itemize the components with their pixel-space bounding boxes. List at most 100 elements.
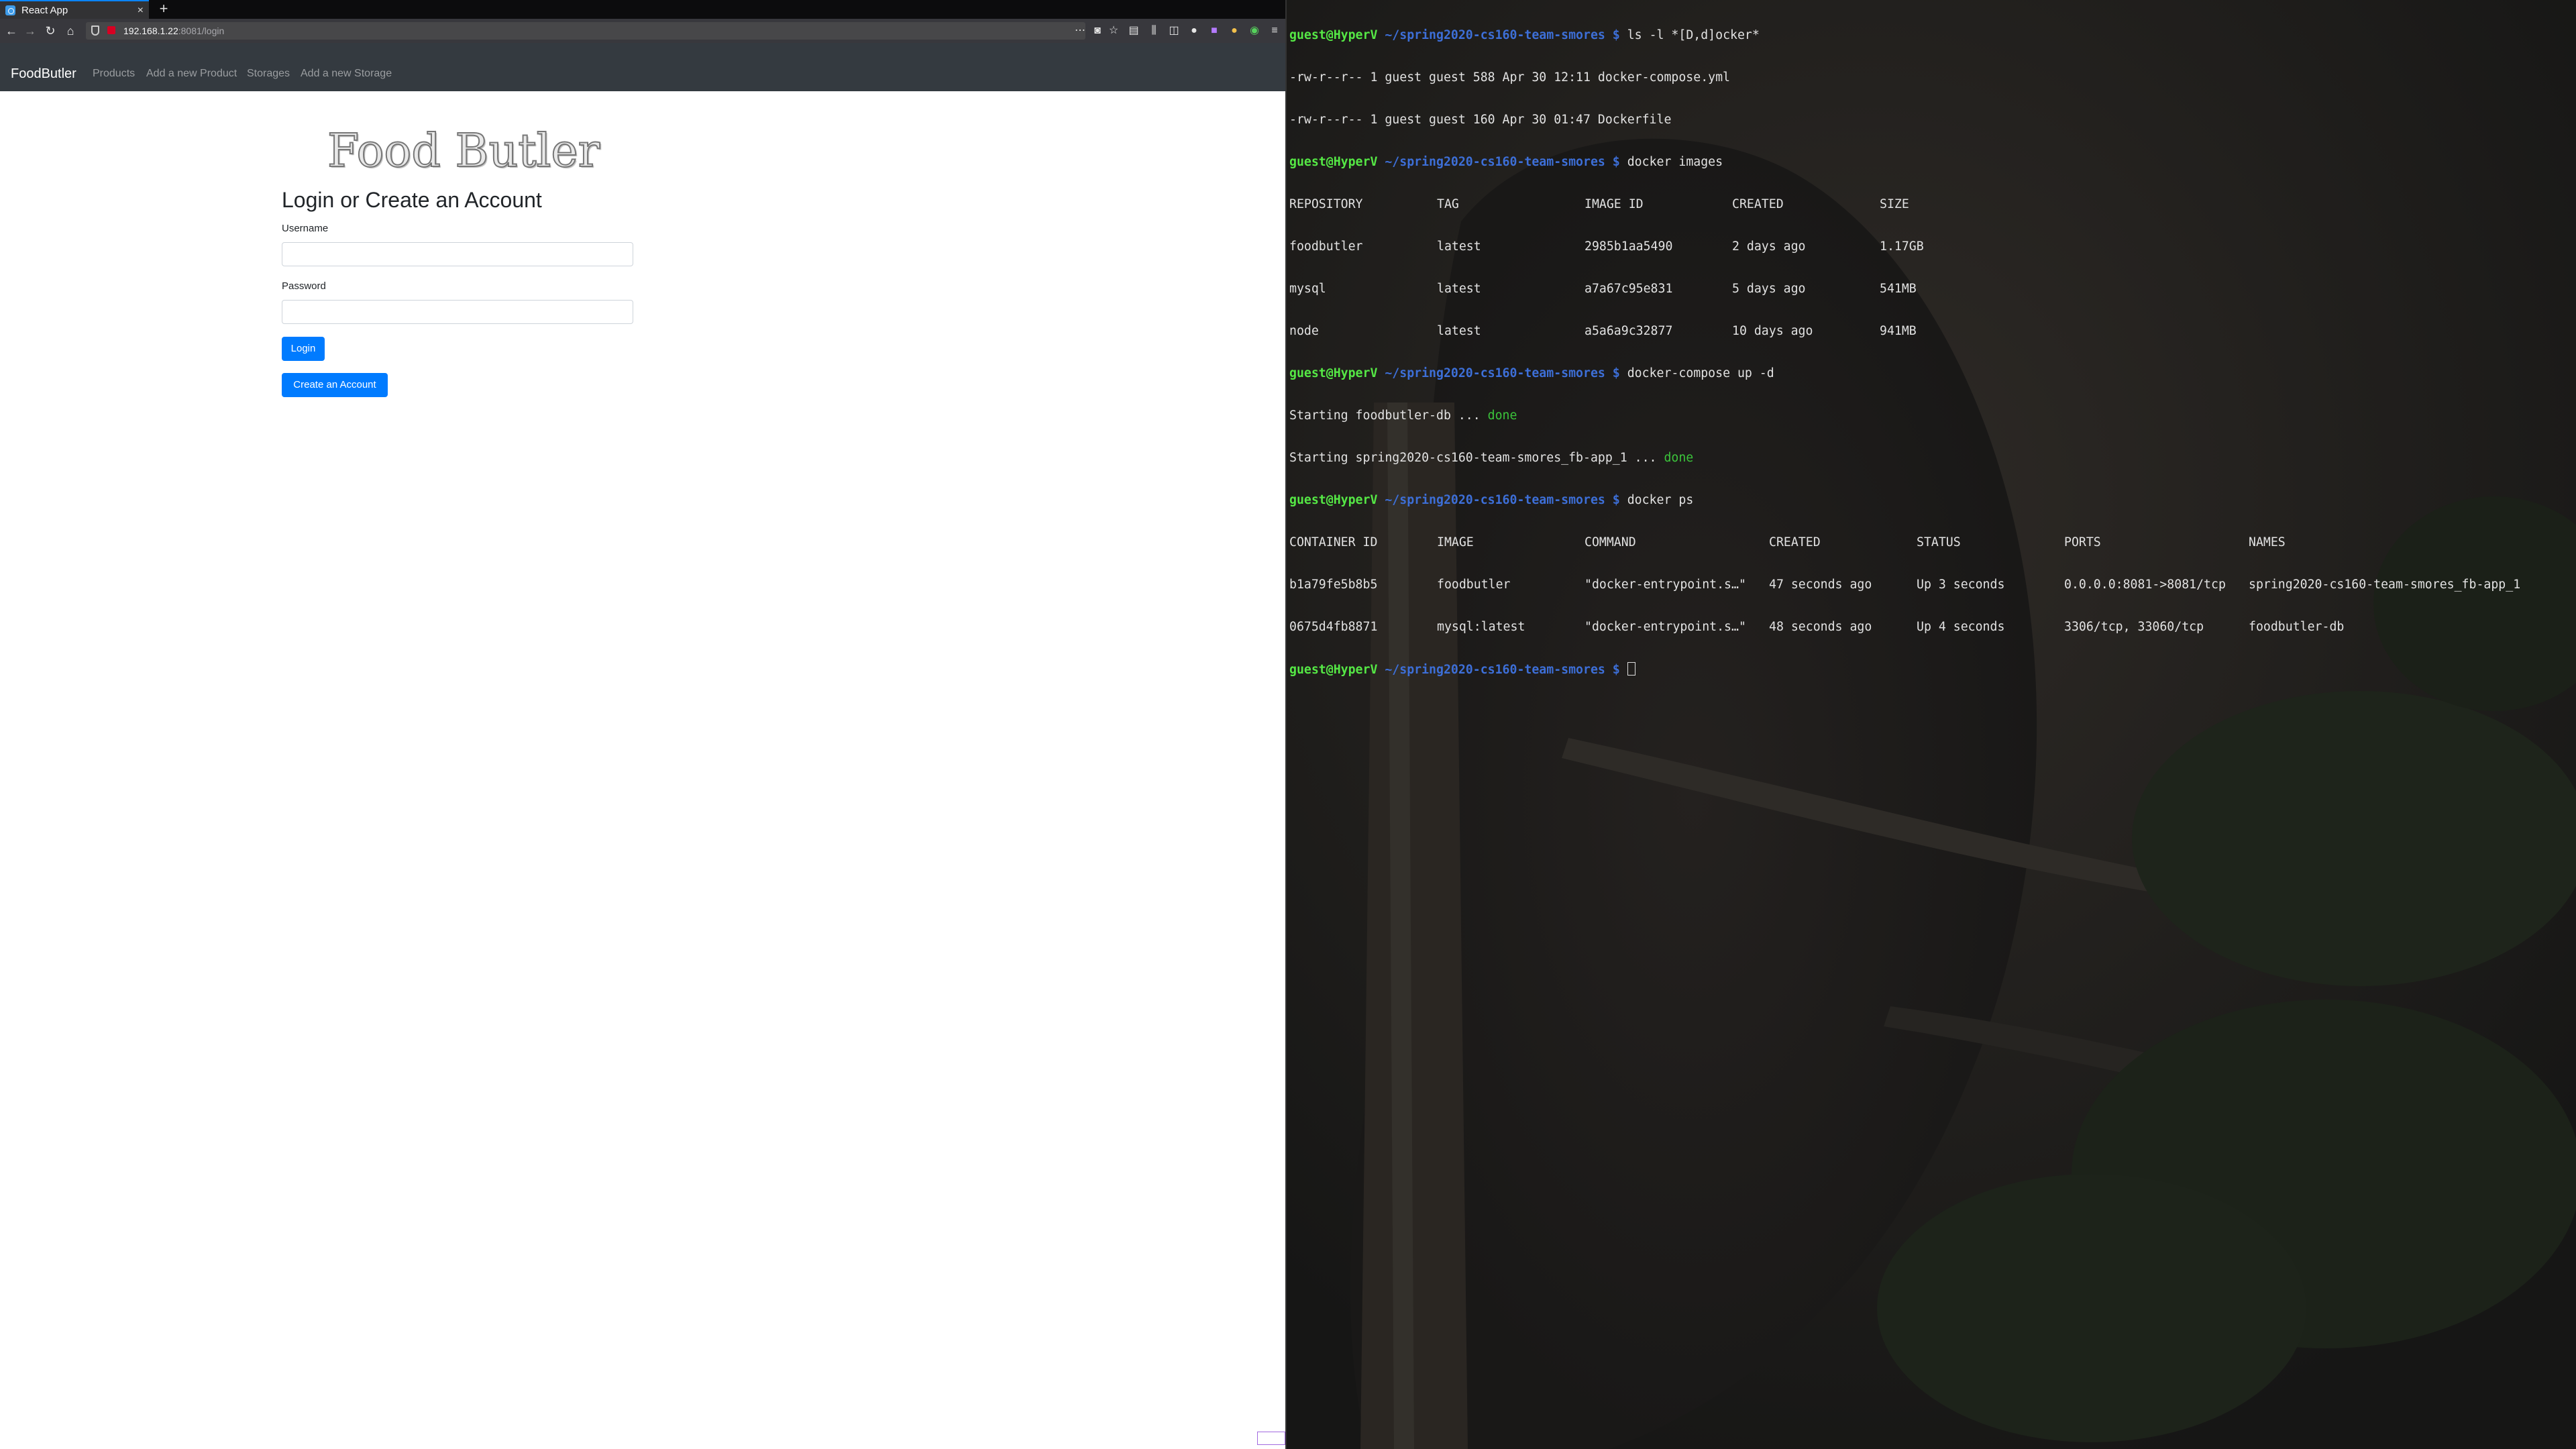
- prompt-user: guest@HyperV: [1289, 155, 1378, 169]
- tab-react-app[interactable]: React App ×: [0, 0, 149, 19]
- back-icon[interactable]: ←: [3, 21, 20, 40]
- images-cell: latest: [1437, 282, 1481, 296]
- prompt-user: guest@HyperV: [1289, 366, 1378, 380]
- ps-header-cell: IMAGE: [1437, 535, 1474, 549]
- compose-text: Starting foodbutler-db ...: [1289, 409, 1488, 423]
- ps-cell: "docker-entrypoint.s…": [1585, 578, 1746, 592]
- nav-storages[interactable]: Storages: [247, 43, 290, 91]
- forward-icon[interactable]: →: [21, 21, 39, 40]
- images-cell: latest: [1437, 324, 1481, 338]
- images-cell: a7a67c95e831: [1585, 282, 1673, 296]
- tab-strip: React App × +: [0, 0, 1287, 19]
- pocket-icon[interactable]: ◙: [1091, 24, 1104, 38]
- create-account-button[interactable]: Create an Account: [282, 373, 388, 397]
- prompt-path: ~/spring2020-cs160-team-smores $: [1385, 366, 1620, 380]
- images-cell: 2985b1aa5490: [1585, 239, 1673, 254]
- images-cell: latest: [1437, 239, 1481, 254]
- compose-line: Starting foodbutler-db ... done: [1289, 409, 2520, 423]
- images-cell: foodbutler: [1289, 239, 1363, 254]
- images-header-cell: TAG: [1437, 197, 1459, 211]
- home-icon[interactable]: ⌂: [62, 21, 79, 40]
- prompt-user: guest@HyperV: [1289, 28, 1378, 42]
- page-title: Login or Create an Account: [282, 188, 542, 212]
- ps-row: b1a79fe5b8b5 foodbutler "docker-entrypoint…: [1289, 578, 2520, 592]
- images-cell: 541MB: [1880, 282, 1917, 296]
- ps-header-cell: PORTS: [2064, 535, 2101, 549]
- url-path: :8081/login: [178, 25, 225, 36]
- username-input[interactable]: [282, 242, 633, 266]
- browser-toolbar: ← → ↻ ⌂ 192.168.1.22:8081/login ⋯ ◙ ☆ ▤ …: [0, 19, 1287, 43]
- username-label: Username: [282, 223, 329, 234]
- new-tab-button[interactable]: +: [156, 0, 172, 19]
- ps-cell: Up 4 seconds: [1917, 620, 2005, 634]
- password-label: Password: [282, 280, 326, 292]
- command-text: docker ps: [1619, 493, 1694, 507]
- ps-cell: "docker-entrypoint.s…": [1585, 620, 1746, 634]
- compose-text: Starting spring2020-cs160-team-smores_fb…: [1289, 451, 1664, 465]
- prompt-path: ~/spring2020-cs160-team-smores $: [1385, 493, 1620, 507]
- images-row: mysql latest a7a67c95e831 5 days ago 541MB: [1289, 282, 2520, 296]
- terminal-line: -rw-r--r-- 1 guest guest 160 Apr 30 01:4…: [1289, 113, 1672, 127]
- library-icon[interactable]: ⫼: [1147, 24, 1161, 38]
- address-bar[interactable]: 192.168.1.22:8081/login: [86, 22, 1085, 40]
- sidebar-icon[interactable]: ◫: [1167, 24, 1181, 38]
- images-row: node latest a5a6a9c32877 10 days ago 941MB: [1289, 324, 2520, 338]
- insecure-lock-icon[interactable]: [107, 26, 115, 34]
- images-header-cell: IMAGE ID: [1585, 197, 1644, 211]
- terminal-window[interactable]: guest@HyperV ~/spring2020-cs160-team-smo…: [1287, 0, 2576, 1449]
- compose-status: done: [1664, 451, 1694, 465]
- prompt-user: guest@HyperV: [1289, 493, 1378, 507]
- images-cell: a5a6a9c32877: [1585, 324, 1673, 338]
- ps-header-cell: COMMAND: [1585, 535, 1636, 549]
- toggle-extension-icon[interactable]: ◉: [1248, 24, 1261, 38]
- images-row: foodbutler latest 2985b1aa5490 2 days ago 1.…: [1289, 239, 2520, 254]
- terminal-line: guest@HyperV ~/spring2020-cs160-team-smo…: [1289, 366, 2520, 380]
- password-input[interactable]: [282, 300, 633, 324]
- terminal-line: guest@HyperV ~/spring2020-cs160-team-smo…: [1289, 28, 2520, 42]
- terminal-output: guest@HyperV ~/spring2020-cs160-team-smo…: [1289, 0, 2520, 704]
- terminal-line: guest@HyperV ~/spring2020-cs160-team-smo…: [1289, 493, 2520, 507]
- compose-line: Starting spring2020-cs160-team-smores_fb…: [1289, 451, 2520, 465]
- nav-add-product[interactable]: Add a new Product: [146, 43, 237, 91]
- multi-account-icon[interactable]: ■: [1208, 24, 1221, 38]
- app-brand[interactable]: FoodButler: [11, 43, 76, 91]
- images-cell: mysql: [1289, 282, 1326, 296]
- page-actions-icon[interactable]: ⋯: [1073, 24, 1087, 38]
- bookmark-star-icon[interactable]: ☆: [1107, 24, 1120, 38]
- images-header-cell: CREATED: [1732, 197, 1784, 211]
- ps-cell: 0675d4fb8871: [1289, 620, 1378, 634]
- prompt-path: ~/spring2020-cs160-team-smores $: [1385, 155, 1620, 169]
- ps-header-row: CONTAINER ID IMAGE COMMAND CREATED STATUS POR…: [1289, 535, 2520, 549]
- command-text: ls -l *[D,d]ocker*: [1619, 28, 1760, 42]
- reload-icon[interactable]: ↻: [42, 21, 59, 40]
- tracking-shield-icon[interactable]: [91, 25, 99, 36]
- ps-cell: mysql:latest: [1437, 620, 1525, 634]
- cookie-extension-icon[interactable]: ●: [1228, 24, 1241, 38]
- prompt-user: guest@HyperV: [1289, 663, 1378, 677]
- tab-close-icon[interactable]: ×: [138, 1, 144, 20]
- ps-cell: foodbutler: [1437, 578, 1511, 592]
- login-button[interactable]: Login: [282, 337, 325, 361]
- command-text: docker-compose up -d: [1619, 366, 1774, 380]
- reader-view-icon[interactable]: ▤: [1127, 24, 1140, 38]
- nav-add-storage[interactable]: Add a new Storage: [301, 43, 392, 91]
- command-text: docker images: [1619, 155, 1723, 169]
- prompt-path: ~/spring2020-cs160-team-smores $: [1385, 28, 1620, 42]
- ps-row: 0675d4fb8871 mysql:latest "docker-entrypoi…: [1289, 620, 2520, 634]
- ps-header-cell: CREATED: [1769, 535, 1821, 549]
- menu-icon[interactable]: ≡: [1268, 24, 1281, 38]
- app-navbar: FoodButler Products Add a new Product St…: [0, 43, 1287, 91]
- ps-cell: 48 seconds ago: [1769, 620, 1872, 634]
- extension-icon[interactable]: ●: [1187, 24, 1201, 38]
- terminal-line: guest@HyperV ~/spring2020-cs160-team-smo…: [1289, 155, 2520, 169]
- corner-badge-icon: [1257, 1432, 1285, 1445]
- ps-cell: 0.0.0.0:8081->8081/tcp: [2064, 578, 2226, 592]
- login-page: Food Butler Login or Create an Account U…: [0, 91, 1287, 1449]
- images-header-cell: SIZE: [1880, 197, 1909, 211]
- terminal-cursor[interactable]: [1627, 662, 1635, 676]
- terminal-line: guest@HyperV ~/spring2020-cs160-team-smo…: [1289, 662, 2520, 677]
- ps-header-cell: CONTAINER ID: [1289, 535, 1378, 549]
- ps-cell: Up 3 seconds: [1917, 578, 2005, 592]
- images-cell: 10 days ago: [1732, 324, 1813, 338]
- nav-products[interactable]: Products: [93, 43, 135, 91]
